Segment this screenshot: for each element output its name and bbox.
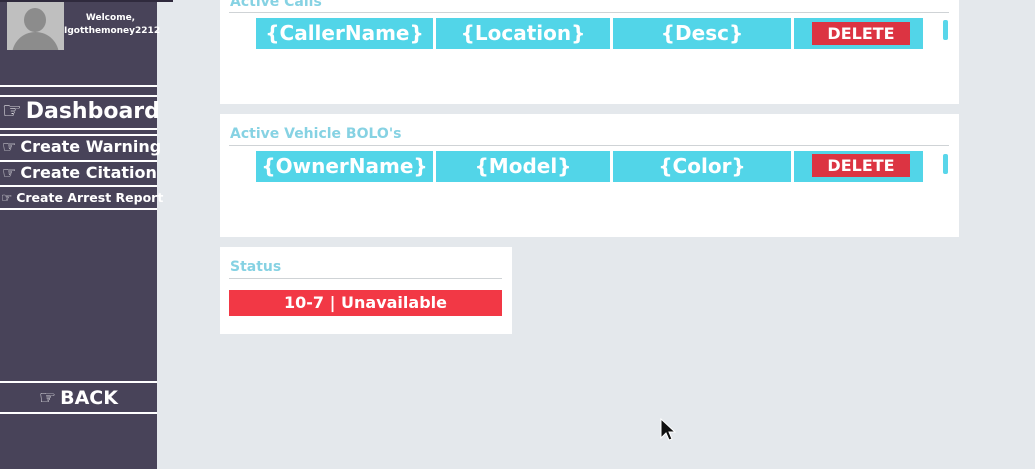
vehicle-bolos-title: Active Vehicle BOLO's (230, 126, 402, 142)
calls-scrollbar[interactable] (943, 20, 948, 40)
pointing-hand-icon: ☞ (1, 190, 13, 205)
pointing-hand-icon: ☞ (2, 163, 17, 182)
username: Igotthemoney2212 (64, 26, 161, 36)
nav-dashboard[interactable]: ☞ Dashboard (0, 95, 160, 130)
call-delete-cell: DELETE (794, 18, 923, 49)
back-label: BACK (60, 387, 118, 409)
vehicle-bolos-panel: Active Vehicle BOLO's {OwnerName} {Model… (220, 114, 959, 237)
nav-create-arrest-report[interactable]: ☞ Create Arrest Report (0, 185, 163, 210)
avatar-head (24, 8, 46, 32)
nav-create-citation[interactable]: ☞ Create Citation (0, 160, 157, 184)
status-panel: Status 10-7 | Unavailable (220, 247, 512, 334)
pointing-hand-icon: ☞ (2, 137, 17, 156)
pointing-hand-icon: ☞ (39, 387, 57, 409)
bolo-owner-cell: {OwnerName} (256, 151, 433, 182)
call-caller-cell: {CallerName} (256, 18, 433, 49)
back-button[interactable]: ☞ BACK (0, 381, 157, 414)
sidebar: Welcome, Igotthemoney2212 ☞ Dashboard ☞ Cr… (0, 0, 173, 469)
status-title: Status (230, 259, 282, 275)
nav-create-warning[interactable]: ☞ Create Warning (0, 134, 161, 159)
divider (229, 12, 949, 13)
bolo-color-cell: {Color} (613, 151, 791, 182)
divider (0, 85, 157, 87)
call-location-cell: {Location} (436, 18, 610, 49)
status-toggle-button[interactable]: 10-7 | Unavailable (229, 290, 502, 316)
pointing-hand-icon: ☞ (2, 99, 22, 124)
bolos-scrollbar[interactable] (943, 154, 948, 174)
bolo-delete-cell: DELETE (794, 151, 923, 182)
nav-create-warning-label: Create Warning (20, 137, 162, 156)
divider (229, 278, 502, 279)
welcome-label: Welcome, (85, 13, 136, 23)
active-calls-title: Active Calls (230, 0, 322, 10)
active-calls-panel: Active Calls {CallerName} {Location} {De… (220, 0, 959, 104)
bolo-model-cell: {Model} (436, 151, 610, 182)
nav-dashboard-label: Dashboard (25, 99, 160, 124)
delete-bolo-button[interactable]: DELETE (812, 154, 910, 177)
divider (229, 145, 949, 146)
delete-call-button[interactable]: DELETE (812, 22, 910, 45)
nav-create-arrest-label: Create Arrest Report (16, 190, 164, 205)
nav-create-citation-label: Create Citation (20, 163, 157, 182)
avatar (7, 2, 64, 50)
call-desc-cell: {Desc} (613, 18, 791, 49)
welcome-text: Welcome, Igotthemoney2212 (64, 12, 161, 38)
avatar-body (12, 32, 59, 50)
mouse-cursor-icon (660, 418, 676, 441)
